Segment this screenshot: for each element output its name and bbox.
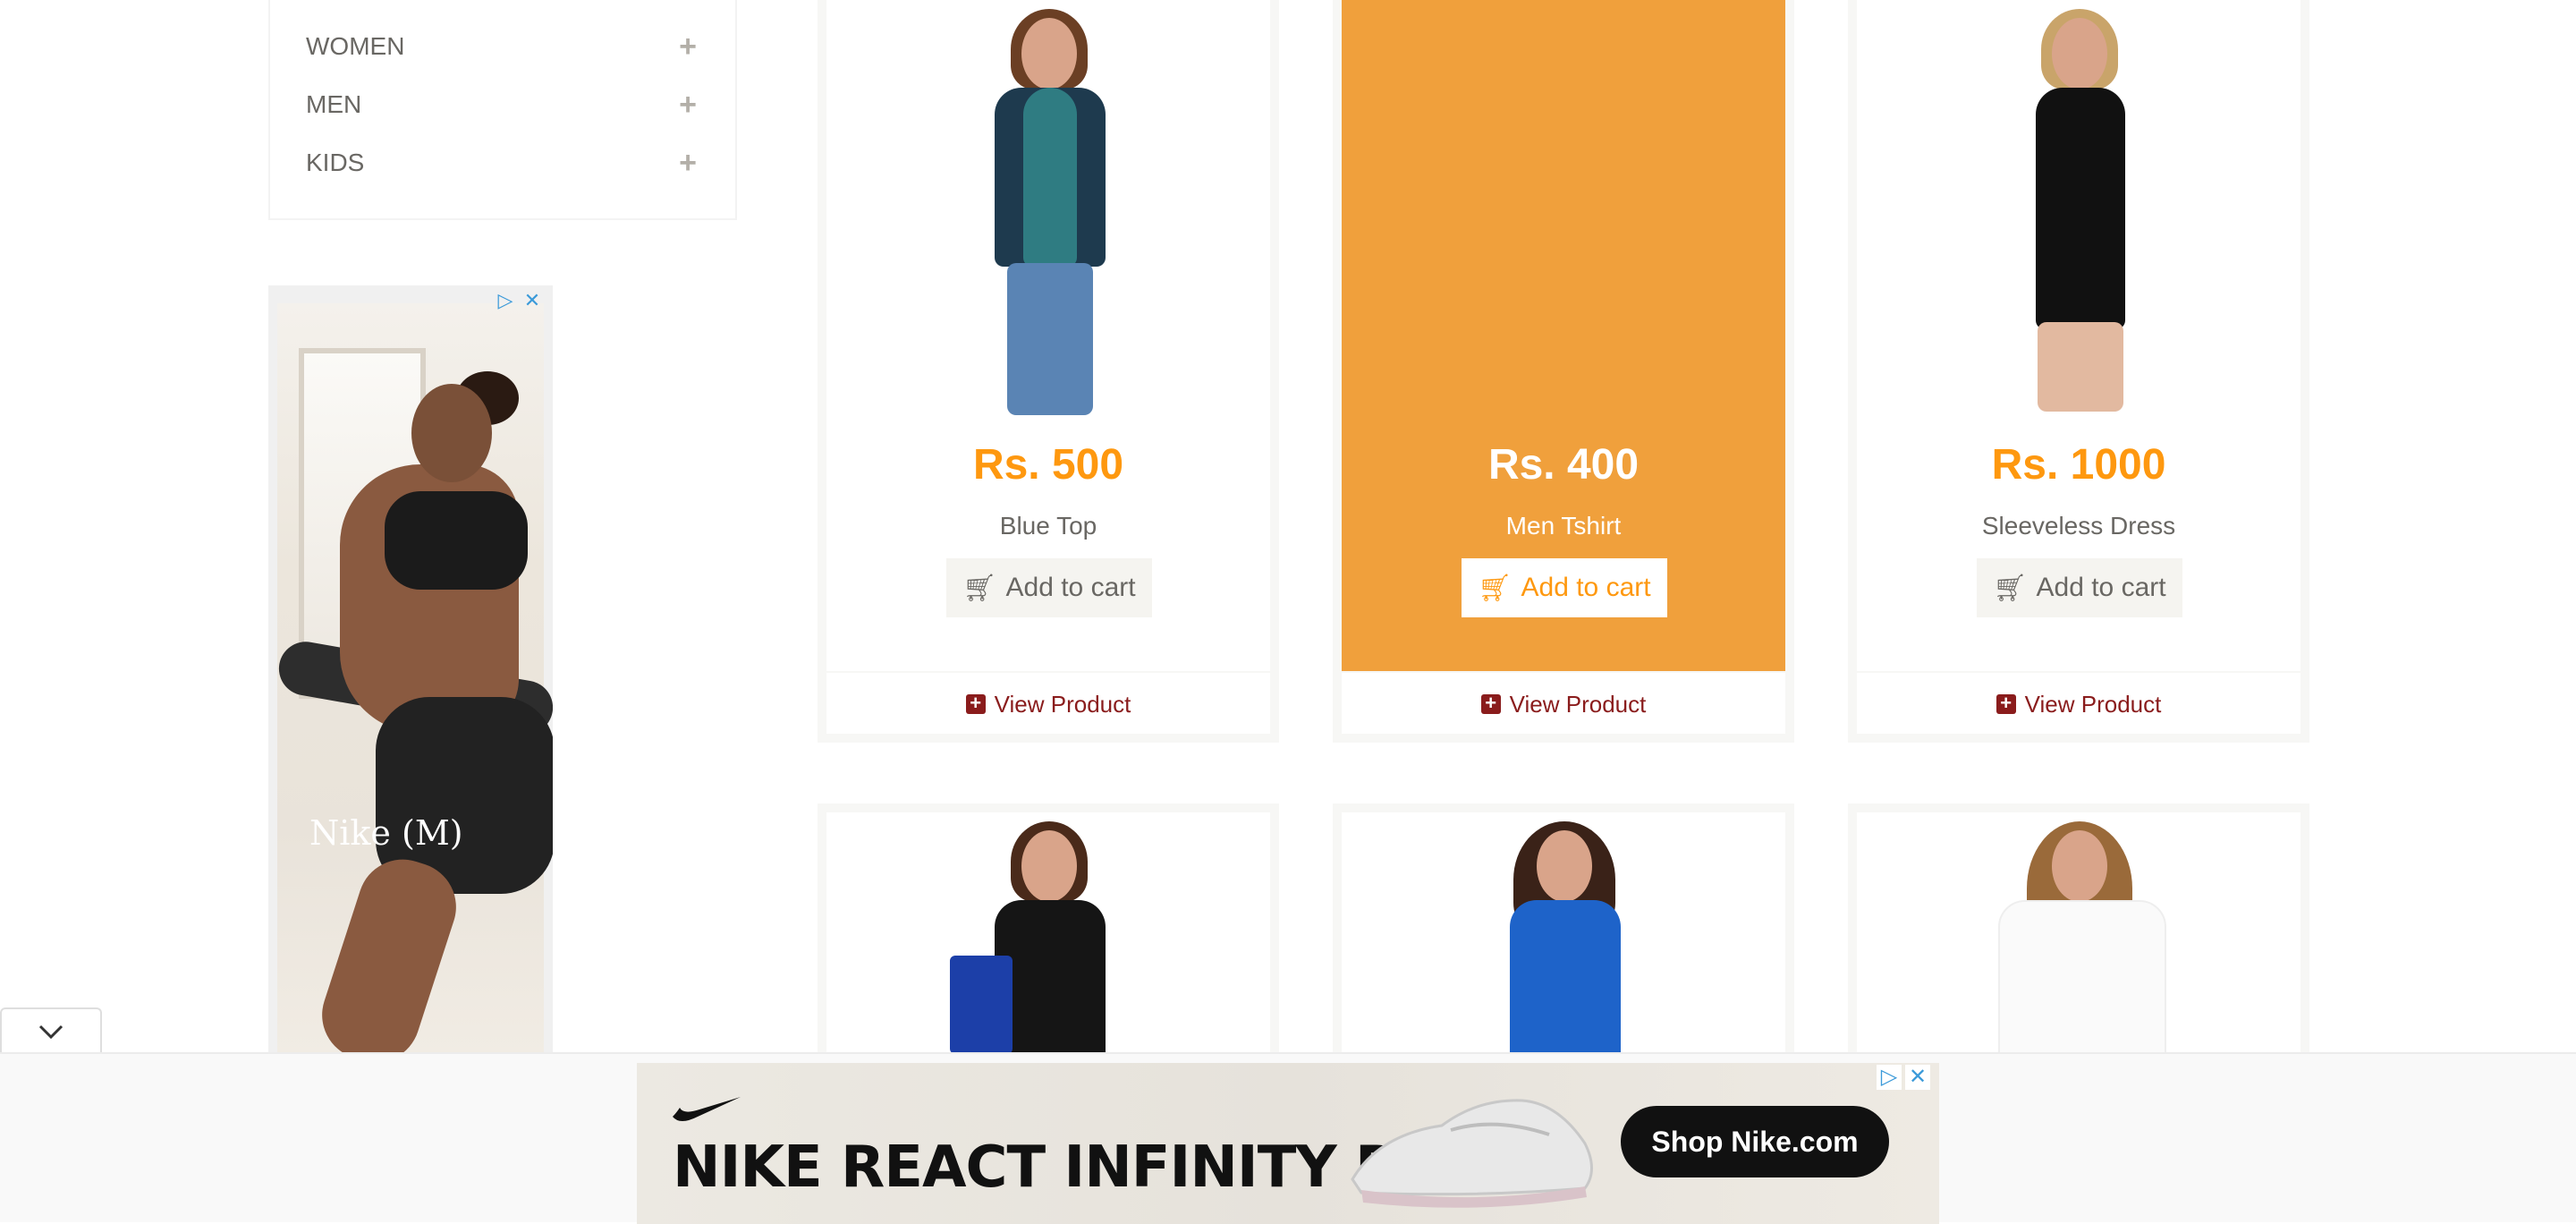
model-shirt bbox=[1023, 88, 1077, 267]
model-legs bbox=[2038, 322, 2123, 412]
model-torso bbox=[1998, 900, 2166, 1063]
view-product-link[interactable]: + View Product bbox=[826, 671, 1270, 734]
view-product-link[interactable]: + View Product bbox=[1857, 671, 2301, 734]
product-card: Rs. 400 Men Tshirt 🛒︎ Add to cart + View… bbox=[1333, 0, 1794, 743]
cart-icon: 🛒︎ bbox=[1993, 573, 2028, 603]
model-figure bbox=[1456, 821, 1671, 1063]
category-kids[interactable]: KIDS + bbox=[306, 143, 701, 183]
model-torso bbox=[1510, 900, 1621, 1063]
product-image bbox=[1342, 812, 1785, 1063]
product-card: Rs. 1000 Sleeveless Dress 🛒︎ Add to cart… bbox=[1848, 0, 2309, 743]
shop-nike-button[interactable]: Shop Nike.com bbox=[1621, 1106, 1889, 1177]
plus-square-icon: + bbox=[965, 693, 986, 714]
shoe-image bbox=[1351, 1099, 1593, 1208]
product-name: Men Tshirt bbox=[1505, 512, 1622, 540]
bottom-ad-banner[interactable]: NIKE REACT INFINITY RUN 2 Shop Nike.com … bbox=[637, 1063, 1939, 1224]
model-figure bbox=[941, 821, 1156, 1063]
category-women[interactable]: WOMEN + bbox=[306, 27, 701, 66]
plus-square-icon: + bbox=[1996, 693, 2016, 714]
adchoices-icon[interactable]: ▷ bbox=[494, 289, 517, 312]
product-image bbox=[826, 812, 1270, 1063]
adchoices-icon[interactable]: ▷ bbox=[1877, 1065, 1902, 1090]
product-card bbox=[1848, 803, 2309, 1072]
runner-leg bbox=[310, 847, 468, 1055]
category-label: KIDS bbox=[306, 149, 365, 176]
add-to-cart-label: Add to cart bbox=[1005, 573, 1136, 602]
product-hover-overlay: Rs. 400 Men Tshirt 🛒︎ Add to cart bbox=[1342, 0, 1785, 671]
close-icon[interactable]: ✕ bbox=[1905, 1065, 1930, 1090]
collapse-ad-button[interactable] bbox=[0, 1007, 102, 1054]
product-image bbox=[1857, 812, 2301, 1063]
add-to-cart-label: Add to cart bbox=[2036, 573, 2166, 602]
side-ad[interactable]: Nike (M) ▷ ✕ bbox=[268, 285, 553, 1055]
product-card: Rs. 500 Blue Top 🛒︎ Add to cart + View P… bbox=[818, 0, 1279, 743]
model-head bbox=[1021, 830, 1077, 902]
model-head bbox=[1537, 830, 1592, 902]
model-figure bbox=[1971, 821, 2186, 1063]
add-to-cart-button[interactable]: 🛒︎ Add to cart bbox=[1462, 558, 1667, 617]
product-name: Sleeveless Dress bbox=[1981, 512, 2176, 540]
cart-icon: 🛒︎ bbox=[962, 573, 997, 603]
model-head bbox=[2052, 830, 2107, 902]
view-product-link[interactable]: + View Product bbox=[1342, 671, 1785, 734]
anchor-ad-bar: NIKE REACT INFINITY RUN 2 Shop Nike.com … bbox=[0, 1052, 2576, 1224]
runner-top bbox=[385, 491, 528, 590]
model-head bbox=[1021, 18, 1077, 89]
cart-icon: 🛒︎ bbox=[1478, 573, 1513, 603]
plus-square-icon: + bbox=[1480, 693, 1501, 714]
nike-swoosh-icon bbox=[673, 1097, 741, 1121]
product-price: Rs. 1000 bbox=[1991, 441, 2166, 489]
product-price: Rs. 500 bbox=[972, 441, 1124, 489]
product-price: Rs. 400 bbox=[1487, 441, 1640, 489]
product-name: Blue Top bbox=[999, 512, 1097, 540]
product-image bbox=[826, 0, 1270, 415]
plus-icon[interactable]: + bbox=[674, 148, 701, 178]
model-head bbox=[2052, 18, 2107, 89]
product-card bbox=[818, 803, 1279, 1072]
category-label: WOMEN bbox=[306, 32, 405, 60]
runner-head bbox=[411, 384, 492, 482]
category-panel: WOMEN + MEN + KIDS + bbox=[268, 0, 737, 220]
model-legs bbox=[1007, 263, 1093, 415]
view-product-label: View Product bbox=[994, 690, 1131, 718]
plus-icon[interactable]: + bbox=[674, 89, 701, 120]
category-label: MEN bbox=[306, 90, 362, 118]
ad-logo: Nike (M) bbox=[309, 813, 463, 853]
product-image bbox=[1857, 0, 2301, 412]
add-to-cart-label: Add to cart bbox=[1521, 573, 1651, 602]
ad-image: Nike (M) bbox=[275, 303, 553, 1055]
view-product-label: View Product bbox=[2024, 690, 2162, 718]
add-to-cart-button[interactable]: 🛒︎ Add to cart bbox=[946, 558, 1152, 617]
category-men[interactable]: MEN + bbox=[306, 85, 701, 124]
model-dress bbox=[2036, 88, 2125, 329]
chevron-down-icon bbox=[38, 1024, 64, 1040]
add-to-cart-button[interactable]: 🛒︎ Add to cart bbox=[1977, 558, 2182, 617]
view-product-label: View Product bbox=[1509, 690, 1647, 718]
close-icon[interactable]: ✕ bbox=[521, 289, 544, 312]
plus-icon[interactable]: + bbox=[674, 31, 701, 62]
product-card bbox=[1333, 803, 1794, 1072]
shopping-bag bbox=[950, 956, 1013, 1054]
model-figure bbox=[941, 9, 1156, 415]
model-figure bbox=[1971, 9, 2186, 412]
